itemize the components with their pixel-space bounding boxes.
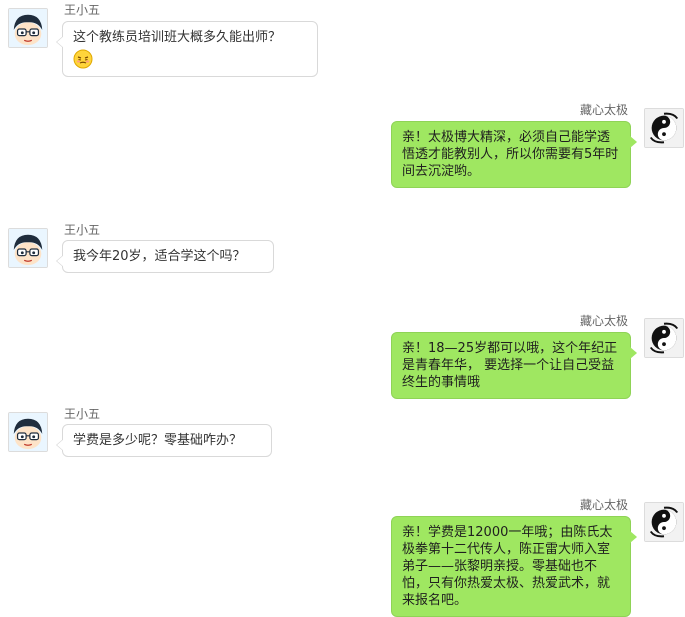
sender-avatar[interactable]	[8, 412, 48, 452]
cartoon-boy-icon	[9, 229, 47, 267]
sender-name: 藏心太极	[579, 103, 628, 117]
message-bubble: 这个教练员培训班大概多久能出师？	[56, 21, 318, 77]
taichi-logo-icon	[645, 319, 683, 357]
message-text: 亲！太极博大精深，必须自己能学透悟透才能教别人，所以你需要有5年时间去沉淀哟。	[402, 130, 619, 179]
sender-name: 藏心太极	[579, 498, 628, 512]
sender-avatar[interactable]	[8, 228, 48, 268]
sender-name: 藏心太极	[579, 314, 628, 328]
sender-avatar[interactable]	[644, 318, 684, 358]
message-bubble: 我今年20岁，适合学这个吗？	[56, 240, 274, 273]
sender-avatar[interactable]	[644, 502, 684, 542]
message-text: 亲！学费是12000一年哦；由陈氏太极拳第十二代传人，陈正雷大师入室弟子——张黎…	[402, 525, 613, 608]
embarrassed-emoji-icon	[73, 49, 93, 69]
sender-avatar[interactable]	[644, 108, 684, 148]
message-bubble: 学费是多少呢？零基础咋办？	[56, 424, 272, 457]
sender-name: 王小五	[64, 407, 101, 421]
message-text: 亲！18—25岁都可以哦，这个年纪正是青春年华， 要选择一个让自己受益终生的事情…	[402, 341, 618, 390]
message-text: 这个教练员培训班大概多久能出师？	[73, 30, 282, 45]
cartoon-boy-icon	[9, 9, 47, 47]
taichi-logo-icon	[645, 503, 683, 541]
message-bubble: 亲！太极博大精深，必须自己能学透悟透才能教别人，所以你需要有5年时间去沉淀哟。	[391, 121, 637, 188]
message-text: 学费是多少呢？零基础咋办？	[73, 433, 243, 448]
sender-avatar[interactable]	[8, 8, 48, 48]
sender-name: 王小五	[64, 223, 101, 237]
taichi-logo-icon	[645, 109, 683, 147]
message-bubble: 亲！学费是12000一年哦；由陈氏太极拳第十二代传人，陈正雷大师入室弟子——张黎…	[391, 516, 637, 617]
sender-name: 王小五	[64, 3, 101, 17]
message-text: 我今年20岁，适合学这个吗？	[73, 249, 246, 264]
message-bubble: 亲！18—25岁都可以哦，这个年纪正是青春年华， 要选择一个让自己受益终生的事情…	[391, 332, 637, 399]
cartoon-boy-icon	[9, 413, 47, 451]
